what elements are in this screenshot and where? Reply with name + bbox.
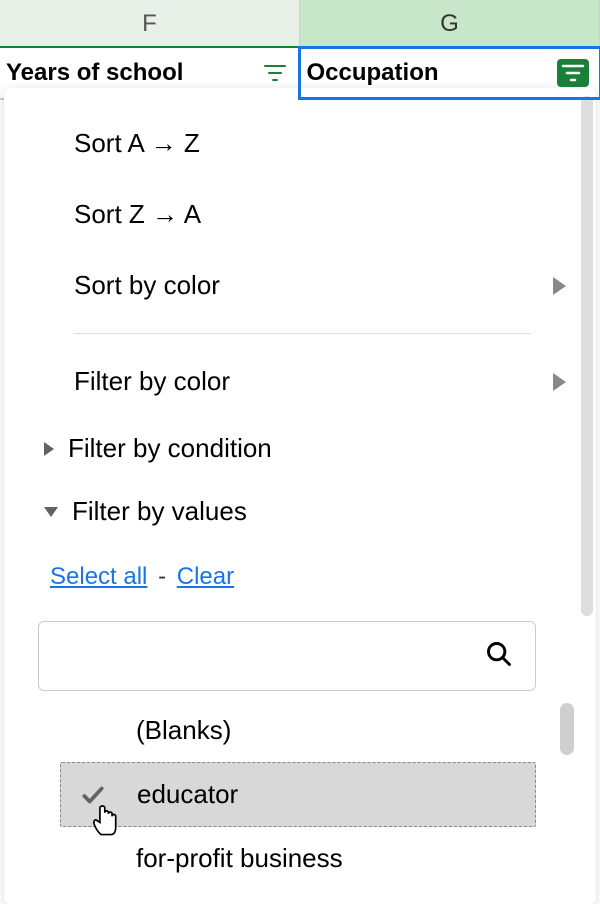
filter-by-condition[interactable]: Filter by condition bbox=[4, 417, 596, 480]
value-list-scrollbar[interactable] bbox=[560, 703, 574, 755]
filter-by-values-label: Filter by values bbox=[72, 496, 247, 527]
filter-by-color-label: Filter by color bbox=[74, 366, 230, 397]
sort-a-z[interactable]: Sort A → Z bbox=[4, 108, 596, 179]
separator: - bbox=[158, 563, 166, 590]
column-header-g[interactable]: Occupation bbox=[298, 46, 600, 100]
value-educator-label: educator bbox=[131, 779, 238, 810]
filter-panel: Sort A → Z Sort Z → A Sort by color Filt… bbox=[4, 88, 596, 904]
column-header-f-label: Years of school bbox=[6, 59, 183, 87]
sort-by-color-label: Sort by color bbox=[74, 270, 220, 301]
value-educator[interactable]: educator bbox=[60, 762, 536, 827]
panel-scrollbar[interactable] bbox=[581, 96, 593, 616]
divider bbox=[74, 333, 531, 334]
value-for-profit-label: for-profit business bbox=[130, 843, 343, 874]
sort-by-color[interactable]: Sort by color bbox=[4, 250, 596, 321]
filter-value-list: (Blanks) educator for-profit business bbox=[60, 699, 536, 890]
column-letter-g[interactable]: G bbox=[300, 0, 600, 46]
column-letter-f[interactable]: F bbox=[0, 0, 300, 46]
value-for-profit[interactable]: for-profit business bbox=[60, 827, 536, 890]
value-blanks-label: (Blanks) bbox=[130, 715, 231, 746]
filter-icon[interactable] bbox=[261, 61, 289, 85]
triangle-down-icon bbox=[44, 507, 58, 517]
filter-by-condition-label: Filter by condition bbox=[68, 433, 272, 464]
column-header-g-label: Occupation bbox=[307, 59, 439, 87]
chevron-right-icon bbox=[553, 373, 566, 391]
select-all-link[interactable]: Select all bbox=[50, 563, 147, 590]
value-blanks[interactable]: (Blanks) bbox=[60, 699, 536, 762]
sort-z-a[interactable]: Sort Z → A bbox=[4, 179, 596, 250]
sort-a-z-label: Sort A → Z bbox=[74, 128, 200, 159]
triangle-right-icon bbox=[44, 442, 54, 456]
filter-by-values[interactable]: Filter by values bbox=[4, 480, 596, 543]
sort-z-a-label: Sort Z → A bbox=[74, 199, 201, 230]
clear-link[interactable]: Clear bbox=[177, 563, 234, 590]
filter-by-color[interactable]: Filter by color bbox=[4, 346, 596, 417]
filter-search-input[interactable] bbox=[38, 621, 536, 691]
filter-value-links: Select all - Clear bbox=[4, 543, 596, 615]
search-icon bbox=[485, 640, 513, 673]
chevron-right-icon bbox=[553, 277, 566, 295]
filter-icon-active[interactable] bbox=[557, 59, 589, 87]
